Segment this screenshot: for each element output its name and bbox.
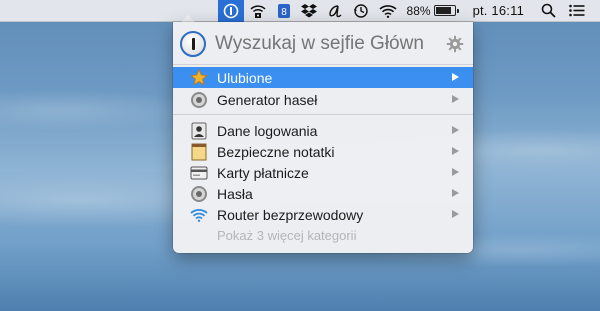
wifi-icon[interactable] bbox=[374, 0, 402, 22]
gear-icon[interactable] bbox=[446, 35, 464, 58]
onepassword-logo-icon bbox=[180, 31, 206, 57]
menu-item-label: Router bezprzewodowy bbox=[217, 206, 364, 223]
menu-item-label: Dane logowania bbox=[217, 122, 318, 139]
menu-item-logins[interactable]: Dane logowania bbox=[173, 120, 473, 141]
menu-item-label: Hasła bbox=[217, 185, 253, 202]
svg-text:8: 8 bbox=[281, 7, 287, 18]
submenu-arrow-icon bbox=[452, 73, 459, 81]
onepassword-menu-icon[interactable] bbox=[217, 0, 244, 22]
credit-card-icon bbox=[189, 164, 209, 182]
script-a-icon[interactable] bbox=[322, 0, 348, 22]
submenu-arrow-icon bbox=[452, 147, 459, 155]
popup-caret bbox=[181, 15, 195, 22]
menu-item-label: Bezpieczne notatki bbox=[217, 143, 335, 160]
submenu-arrow-icon bbox=[452, 210, 459, 218]
notification-center-icon[interactable] bbox=[561, 0, 590, 22]
divider bbox=[173, 64, 473, 65]
menu-item-secure-notes[interactable]: Bezpieczne notatki bbox=[173, 141, 473, 162]
menu-item-favorites[interactable]: Ulubione bbox=[173, 67, 473, 88]
battery-percent: 88% bbox=[406, 3, 431, 18]
menu-item-credit-cards[interactable]: Karty płatnicze bbox=[173, 162, 473, 183]
time-machine-icon[interactable] bbox=[348, 0, 374, 22]
submenu-arrow-icon bbox=[452, 95, 459, 103]
battery-fill bbox=[435, 7, 452, 14]
menu-bar: 8 88% pt. 16:11 bbox=[0, 0, 600, 22]
secure-note-icon bbox=[189, 143, 209, 161]
battery-status[interactable]: 88% bbox=[402, 0, 461, 22]
menu-item-passwords[interactable]: Hasła bbox=[173, 183, 473, 204]
menu-item-label: Generator haseł bbox=[217, 91, 318, 108]
search-row bbox=[173, 22, 473, 66]
dropbox-icon[interactable] bbox=[296, 0, 322, 22]
divider bbox=[173, 114, 473, 115]
clock[interactable]: pt. 16:11 bbox=[461, 0, 536, 22]
blue-app-icon[interactable]: 8 bbox=[272, 0, 296, 22]
menu-item-label: Karty płatnicze bbox=[217, 164, 309, 181]
search-input[interactable] bbox=[215, 31, 423, 57]
submenu-arrow-icon bbox=[452, 189, 459, 197]
login-icon bbox=[189, 122, 209, 140]
show-more-categories-link[interactable]: Pokaż 3 więcej kategorii bbox=[217, 228, 356, 243]
star-icon bbox=[189, 69, 209, 87]
menu-item-password-generator[interactable]: Generator haseł bbox=[173, 89, 473, 110]
wifi-lock-icon[interactable] bbox=[244, 0, 272, 22]
menu-item-label: Ulubione bbox=[217, 69, 273, 86]
wireless-router-icon bbox=[189, 206, 209, 224]
onepassword-popup: Ulubione Generator haseł Dane logowania … bbox=[173, 22, 473, 253]
spotlight-search-icon[interactable] bbox=[536, 0, 561, 22]
password-icon bbox=[189, 185, 209, 203]
submenu-arrow-icon bbox=[452, 168, 459, 176]
password-generator-icon bbox=[189, 91, 209, 109]
menu-item-wireless-router[interactable]: Router bezprzewodowy bbox=[173, 204, 473, 225]
battery-icon bbox=[433, 5, 459, 16]
submenu-arrow-icon bbox=[452, 126, 459, 134]
